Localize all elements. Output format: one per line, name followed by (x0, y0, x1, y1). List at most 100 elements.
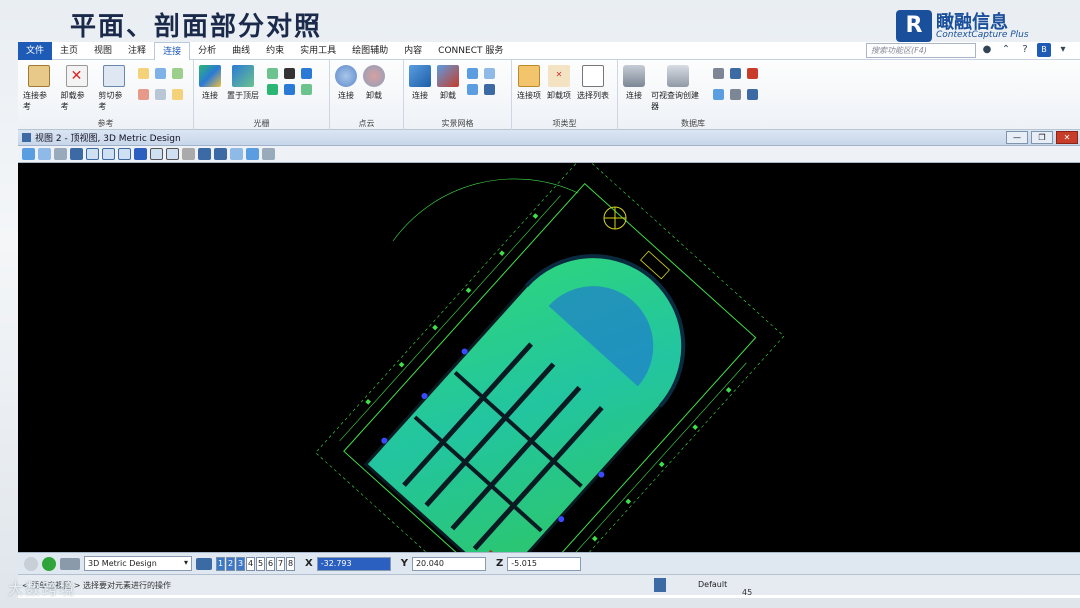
restore-button[interactable]: ❐ (1031, 131, 1053, 144)
small-tool-icon[interactable] (730, 89, 741, 100)
small-tool-icon[interactable] (301, 83, 312, 95)
tab-analyze[interactable]: 分析 (190, 42, 224, 60)
model-select[interactable]: 3D Metric Design ▾ (84, 556, 192, 571)
button-label: 置于顶层 (227, 91, 259, 100)
user-icon[interactable]: ● (980, 43, 994, 57)
view-button-1[interactable]: 1 (216, 556, 225, 571)
small-tool-icon[interactable] (138, 68, 150, 79)
copy-view-icon[interactable] (230, 148, 243, 160)
zoom-in-icon[interactable] (86, 148, 99, 160)
small-tool-icon[interactable] (284, 83, 295, 95)
bring-to-front-button[interactable]: 置于顶层 (225, 63, 261, 101)
attach-reality-mesh-button[interactable]: 连接 (407, 63, 433, 101)
design-viewport[interactable] (18, 163, 1080, 552)
help-icon[interactable]: ? (1018, 43, 1032, 57)
tab-annotate[interactable]: 注释 (120, 42, 154, 60)
tab-curves[interactable]: 曲线 (224, 42, 258, 60)
tab-home[interactable]: 主页 (52, 42, 86, 60)
small-tool-icon[interactable] (713, 89, 724, 100)
y-coordinate-field[interactable]: 20.040 (411, 556, 486, 571)
small-tool-icon[interactable] (301, 68, 312, 79)
view-button-6[interactable]: 6 (266, 556, 275, 571)
small-tool-icon[interactable] (467, 83, 478, 95)
view-button-5[interactable]: 5 (256, 556, 265, 571)
clip-volume-icon[interactable] (246, 148, 259, 160)
tab-file[interactable]: 文件 (18, 41, 53, 60)
tab-utilities[interactable]: 实用工具 (292, 42, 344, 60)
walk-icon[interactable] (182, 148, 195, 160)
detach-item-button[interactable]: ✕ 卸载项 (545, 63, 573, 101)
group-label: 实景网格 (441, 119, 474, 128)
update-view-icon[interactable] (70, 148, 83, 160)
detach-reality-mesh-button[interactable]: 卸载 (435, 63, 461, 101)
model-icon[interactable] (60, 557, 80, 570)
attach-reference-button[interactable]: 连接参考 (21, 63, 57, 112)
view-button-3[interactable]: 3 (236, 556, 245, 571)
chevron-down-icon[interactable]: ▾ (1056, 43, 1070, 57)
zoom-out-icon[interactable] (102, 148, 115, 160)
tab-view[interactable]: 视图 (86, 42, 120, 60)
view-button-8[interactable]: 8 (286, 556, 295, 571)
small-tool-icon[interactable] (747, 89, 758, 100)
tab-attach[interactable]: 连接 (154, 41, 191, 60)
small-tool-icon[interactable] (730, 68, 741, 79)
visual-query-builder-button[interactable]: 可视查询创建器 (649, 63, 707, 112)
pick-list-button[interactable]: 选择列表 (575, 63, 611, 101)
clip-mask-icon[interactable] (262, 148, 275, 160)
view-button-2[interactable]: 2 (226, 556, 235, 571)
fit-view-icon[interactable] (134, 148, 147, 160)
detach-point-cloud-button[interactable]: 卸载 (361, 63, 387, 101)
query-builder-icon (667, 65, 689, 87)
view-button-4[interactable]: 4 (246, 556, 255, 571)
z-coordinate-field[interactable]: -5.015 (507, 556, 582, 571)
small-tool-icon[interactable] (713, 68, 724, 79)
small-tool-icon[interactable] (284, 68, 295, 79)
rotate-view-icon[interactable] (150, 148, 163, 160)
back-icon[interactable] (24, 556, 38, 571)
view-attributes-icon[interactable] (22, 148, 35, 160)
tab-content[interactable]: 内容 (396, 42, 430, 60)
attach-item-button[interactable]: 连接项 (515, 63, 543, 101)
small-tool-icon[interactable] (155, 68, 167, 79)
lock-icon[interactable] (654, 578, 666, 592)
bentley-icon[interactable]: B (1037, 43, 1051, 57)
small-tool-icon[interactable] (155, 89, 167, 100)
connect-database-button[interactable]: 连接 (621, 63, 647, 112)
previous-view-icon[interactable] (198, 148, 211, 160)
x-coordinate-field[interactable]: -32.793 (316, 556, 391, 571)
mesh-small-tools (463, 63, 502, 101)
view-groups-icon[interactable] (196, 557, 212, 570)
next-view-icon[interactable] (214, 148, 227, 160)
ribbon-search-input[interactable]: 搜索功能区(F4) (866, 43, 976, 58)
small-tool-icon[interactable] (484, 83, 495, 95)
tab-connect-services[interactable]: CONNECT 服务 (430, 42, 511, 60)
small-tool-icon[interactable] (138, 89, 150, 100)
active-level[interactable]: Default (698, 580, 727, 589)
small-tool-icon[interactable] (172, 89, 184, 100)
small-tool-icon[interactable] (467, 68, 478, 79)
small-tool-icon[interactable] (172, 68, 184, 79)
raster-small-tools (263, 63, 319, 101)
window-area-icon[interactable] (118, 148, 131, 160)
display-style-icon[interactable] (38, 148, 51, 160)
view-button-7[interactable]: 7 (276, 556, 285, 571)
brand-logo: R 瞰融信息 ContextCapture Plus (896, 8, 1036, 44)
attach-point-cloud-button[interactable]: 连接 (333, 63, 359, 101)
clip-reference-button[interactable]: 剪切参考 (96, 63, 132, 112)
forward-icon[interactable] (42, 556, 56, 571)
attach-raster-button[interactable]: 连接 (197, 63, 223, 101)
small-tool-icon[interactable] (267, 68, 278, 79)
small-tool-icon[interactable] (484, 68, 495, 79)
pan-view-icon[interactable] (166, 148, 179, 160)
tab-drawing-aids[interactable]: 绘图辅助 (344, 42, 396, 60)
view-window-titlebar[interactable]: 视图 2 - 顶视图, 3D Metric Design — ❐ ✕ (18, 130, 1080, 146)
chevron-up-icon[interactable]: ⌃ (999, 43, 1013, 57)
small-tool-icon[interactable] (747, 68, 758, 79)
detach-reference-button[interactable]: ✕ 卸载参考 (59, 63, 95, 112)
button-label: 卸载 (440, 91, 456, 100)
tab-constraints[interactable]: 约束 (258, 42, 292, 60)
close-button[interactable]: ✕ (1056, 131, 1078, 144)
settings-icon[interactable] (54, 148, 67, 160)
minimize-button[interactable]: — (1006, 131, 1028, 144)
small-tool-icon[interactable] (267, 83, 278, 95)
